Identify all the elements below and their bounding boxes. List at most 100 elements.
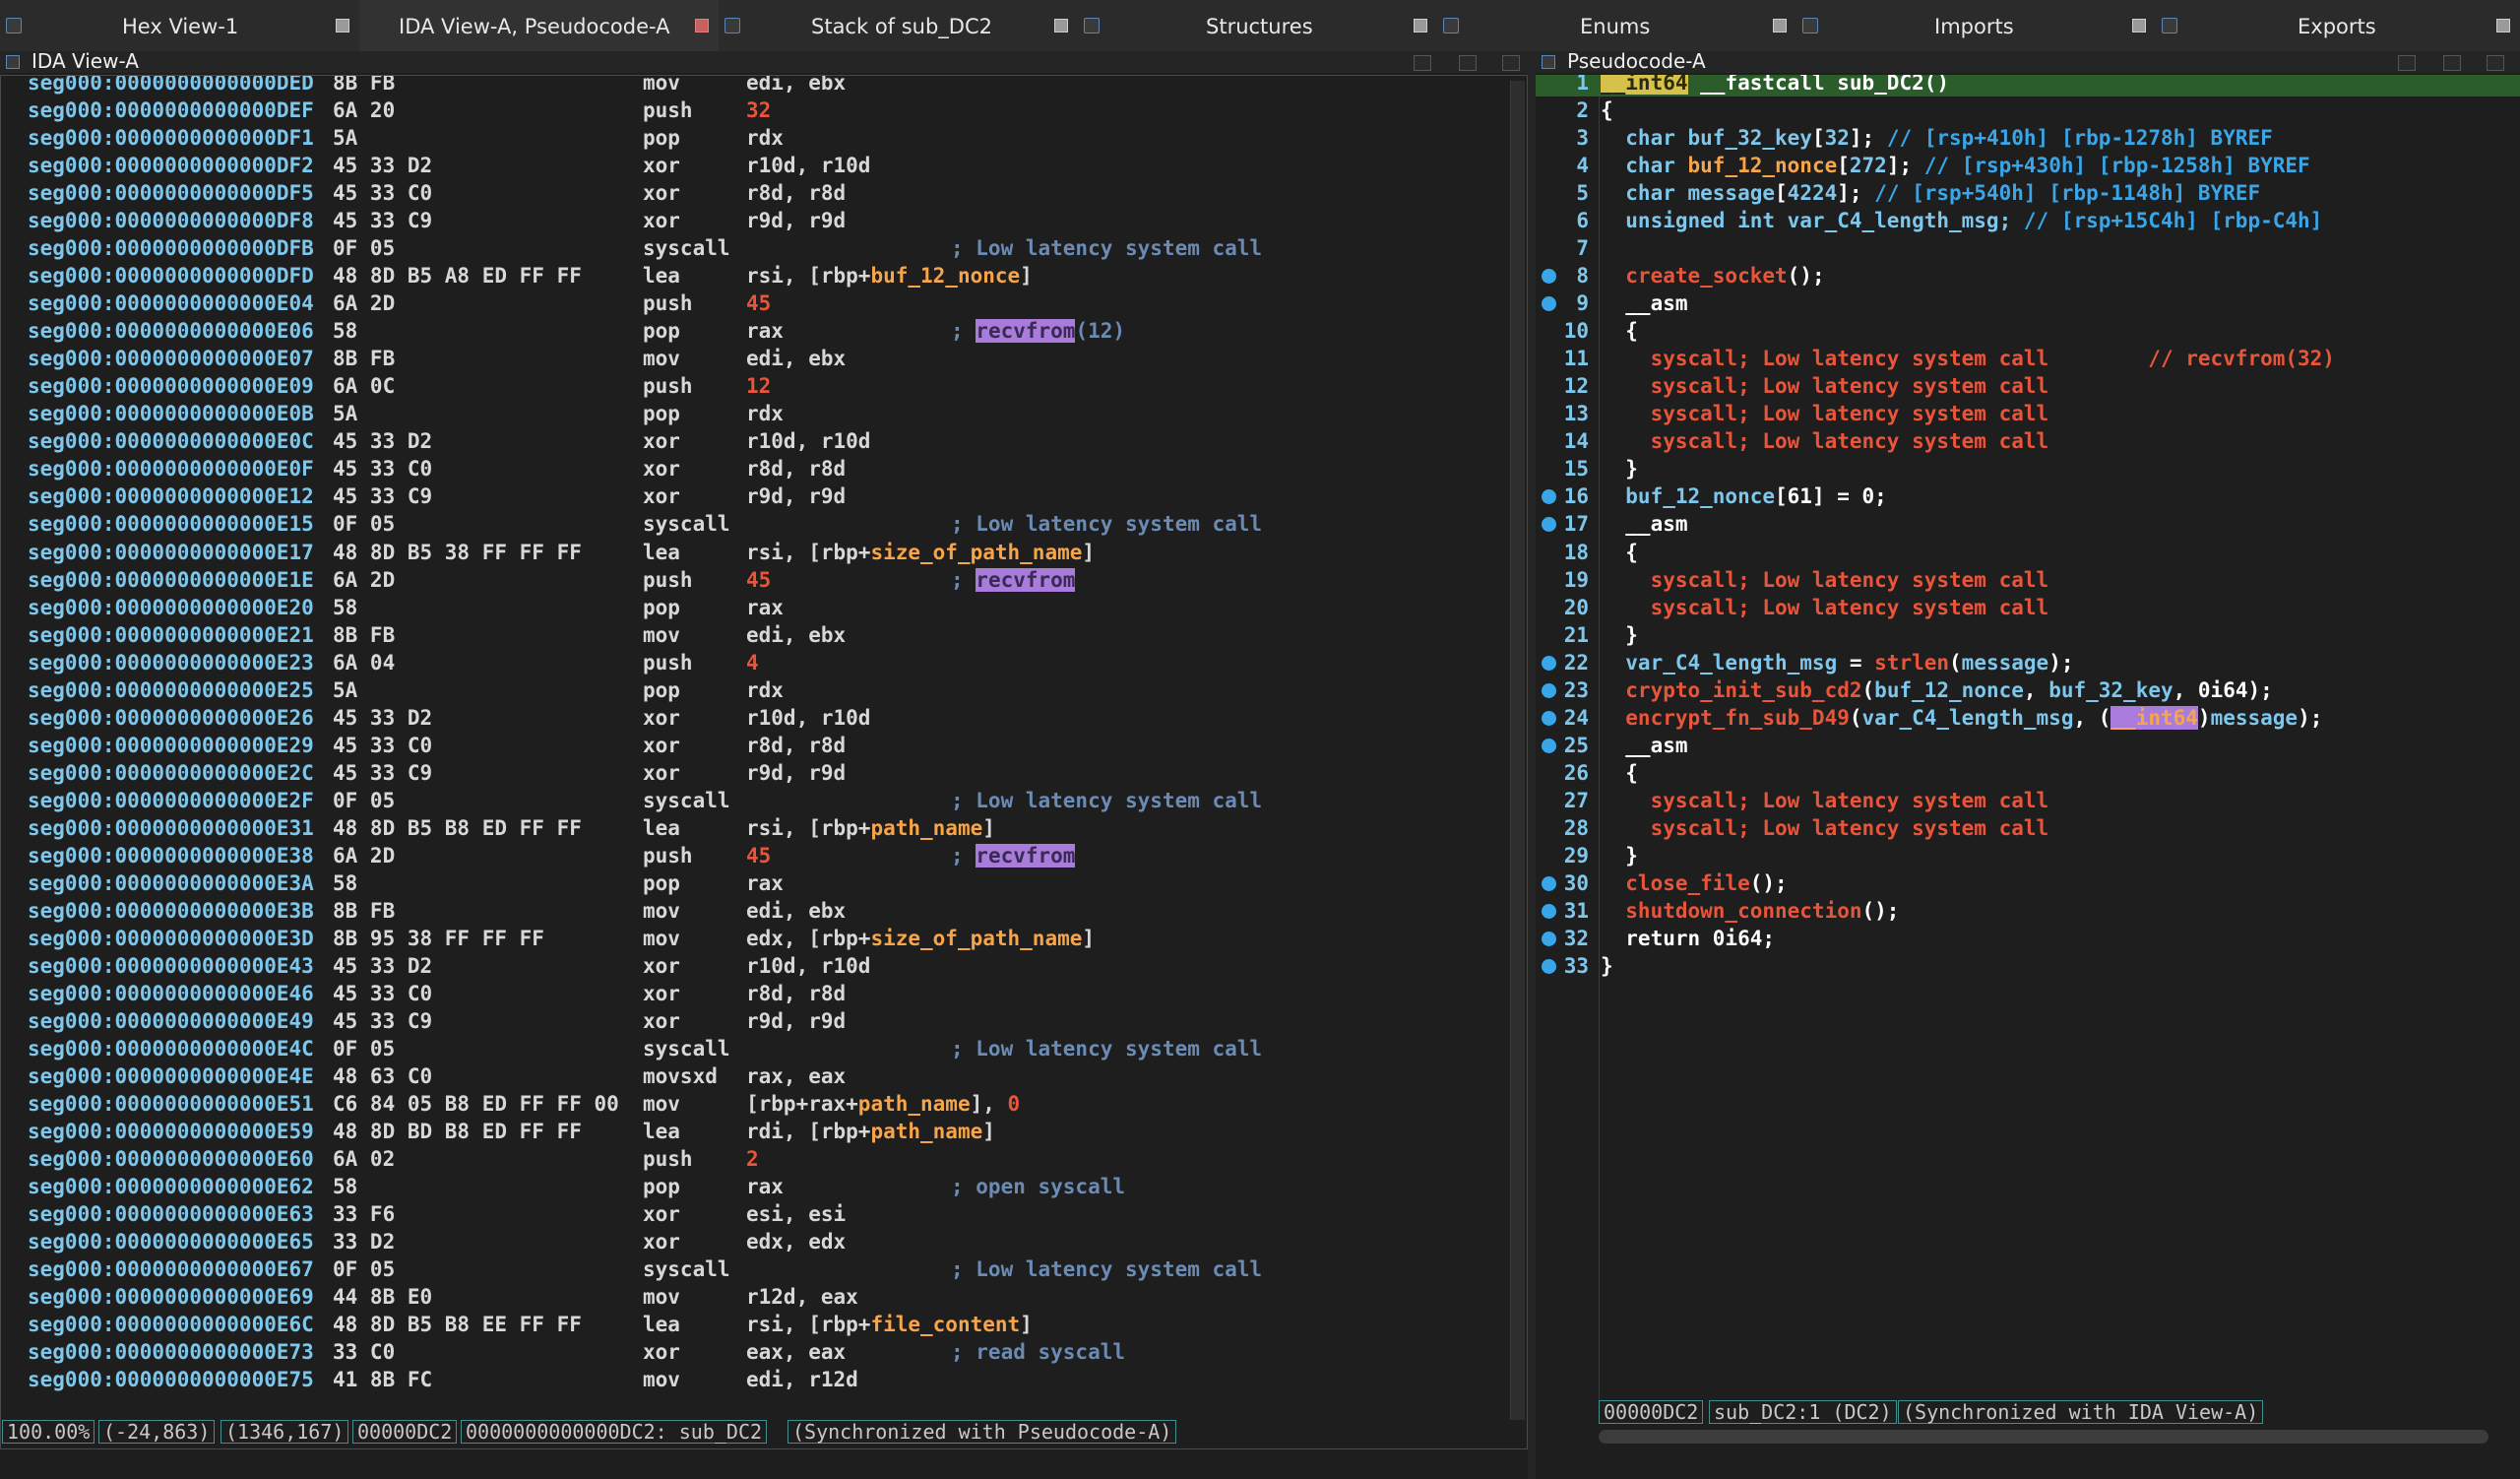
disasm-line[interactable]: seg000:0000000000000E25 5A pop rdx <box>28 676 1504 704</box>
symbol-name[interactable]: path_name <box>858 1092 971 1116</box>
pseudocode-line[interactable]: 16 buf_12_nonce[61] = 0; <box>1536 482 2520 510</box>
disasm-line[interactable]: seg000:0000000000000E59 48 8D BD B8 ED FF… <box>28 1118 1504 1145</box>
tab-structures[interactable]: Structures <box>1078 0 1437 51</box>
breakpoint-dot-icon[interactable] <box>1542 875 1556 891</box>
pseudocode-line[interactable]: 24 encrypt_fn_sub_D49(var_C4_length_msg,… <box>1536 704 2520 732</box>
disasm-line[interactable]: seg000:0000000000000E60 6A 02 push 2 <box>28 1145 1504 1173</box>
disasm-line[interactable]: seg000:0000000000000E4E 48 63 C0 movsxd rax… <box>28 1062 1504 1090</box>
pseudocode-line[interactable]: 17 __asm <box>1536 510 2520 538</box>
disasm-line[interactable]: seg000:0000000000000E21 8B FB mov edi, ebx <box>28 621 1504 649</box>
pseudocode-line[interactable]: 23 crypto_init_sub_cd2(buf_12_nonce, buf… <box>1536 676 2520 704</box>
disasm-line[interactable]: seg000:0000000000000E0C 45 33 D2 xor r10d, … <box>28 427 1504 455</box>
disasm-line[interactable]: seg000:0000000000000E17 48 8D B5 38 FF FF… <box>28 539 1504 566</box>
pane-splitter[interactable] <box>1528 51 1536 1479</box>
horizontal-scrollbar[interactable] <box>1599 1430 2488 1444</box>
disasm-line[interactable]: seg000:0000000000000DF8 45 33 C9 xor r9d, r… <box>28 207 1504 234</box>
disasm-line[interactable]: seg000:0000000000000E29 45 33 C0 xor r8d, r… <box>28 732 1504 759</box>
restore-icon[interactable] <box>1459 55 1477 71</box>
disasm-line[interactable]: seg000:0000000000000E46 45 33 C0 xor r8d, r… <box>28 980 1504 1007</box>
disasm-line[interactable]: seg000:0000000000000E38 6A 2D push 45; recv… <box>28 842 1504 869</box>
breakpoint-dot-icon[interactable] <box>1542 710 1556 726</box>
pseudocode-line[interactable]: 12 syscall; Low latency system call <box>1536 372 2520 400</box>
disasm-line[interactable]: seg000:0000000000000E09 6A 0C push 12 <box>28 372 1504 400</box>
breakpoint-dot-icon[interactable] <box>1542 738 1556 753</box>
close-icon[interactable] <box>1054 19 1068 32</box>
pseudocode-line[interactable]: 11 syscall; Low latency system call // r… <box>1536 345 2520 372</box>
pseudocode-line[interactable]: 21 } <box>1536 621 2520 649</box>
restore-icon[interactable] <box>2443 55 2461 71</box>
minimize-icon[interactable] <box>2398 55 2416 71</box>
tab-ida-view-pseudocode[interactable]: IDA View-A, Pseudocode-A <box>359 0 719 51</box>
pseudocode-line[interactable]: 30 close_file(); <box>1536 869 2520 897</box>
pseudocode-line[interactable]: 7 <box>1536 234 2520 262</box>
disasm-line[interactable]: seg000:0000000000000E07 8B FB mov edi, ebx <box>28 345 1504 372</box>
pseudocode-line[interactable]: 9 __asm <box>1536 289 2520 317</box>
disasm-line[interactable]: seg000:0000000000000E0B 5A pop rdx <box>28 400 1504 427</box>
disasm-line[interactable]: seg000:0000000000000E65 33 D2 xor edx, edx <box>28 1228 1504 1255</box>
tab-hex-view[interactable]: Hex View-1 <box>0 0 359 51</box>
disasm-line[interactable]: seg000:0000000000000E3A 58 pop rax <box>28 869 1504 897</box>
disasm-line[interactable]: seg000:0000000000000E12 45 33 C9 xor r9d, r… <box>28 482 1504 510</box>
disasm-line[interactable]: seg000:0000000000000DED 8B FB mov edi, ebx <box>28 75 1504 96</box>
disasm-line[interactable]: seg000:0000000000000E4C 0F 05 syscall ; Low… <box>28 1035 1504 1062</box>
disasm-line[interactable]: seg000:0000000000000DFB 0F 05 syscall ; Low… <box>28 234 1504 262</box>
symbol-name[interactable]: size_of_path_name <box>870 927 1082 950</box>
disasm-line[interactable]: seg000:0000000000000E6C 48 8D B5 B8 EE FF… <box>28 1311 1504 1338</box>
close-icon[interactable] <box>2496 19 2510 32</box>
pseudocode-line[interactable]: 33} <box>1536 952 2520 980</box>
close-icon[interactable] <box>2132 19 2146 32</box>
close-icon[interactable] <box>336 19 349 32</box>
pseudocode-line[interactable]: 14 syscall; Low latency system call <box>1536 427 2520 455</box>
pseudocode-line[interactable]: 25 __asm <box>1536 732 2520 759</box>
disasm-line[interactable]: seg000:0000000000000E15 0F 05 syscall ; Low… <box>28 510 1504 538</box>
tab-imports[interactable]: Imports <box>1796 0 2156 51</box>
pseudocode-view[interactable]: 1 __int64 __fastcall sub_DC2() 2{3 char bu… <box>1536 75 2520 1404</box>
disasm-line[interactable]: seg000:0000000000000E3D 8B 95 38 FF FF FF… <box>28 925 1504 952</box>
pseudocode-line[interactable]: 19 syscall; Low latency system call <box>1536 566 2520 594</box>
disasm-line[interactable]: seg000:0000000000000E23 6A 04 push 4 <box>28 649 1504 676</box>
pseudocode-line[interactable]: 27 syscall; Low latency system call <box>1536 787 2520 814</box>
close-icon[interactable] <box>1414 19 1427 32</box>
disasm-line[interactable]: seg000:0000000000000E06 58 pop rax; recvfro… <box>28 317 1504 345</box>
symbol-name[interactable]: path_name <box>870 1120 982 1143</box>
minimize-icon[interactable] <box>1414 55 1431 71</box>
disasm-line[interactable]: seg000:0000000000000E75 41 8B FC mov edi, r… <box>28 1366 1504 1393</box>
disasm-line[interactable]: seg000:0000000000000E3B 8B FB mov edi, ebx <box>28 897 1504 925</box>
disasm-line[interactable]: seg000:0000000000000E1E 6A 2D push 45; recv… <box>28 566 1504 594</box>
pseudocode-line[interactable]: 18 { <box>1536 539 2520 566</box>
tab-exports[interactable]: Exports <box>2156 0 2520 51</box>
disasm-line[interactable]: seg000:0000000000000E51 C6 84 05 B8 ED FF… <box>28 1090 1504 1118</box>
disasm-line[interactable]: seg000:0000000000000E69 44 8B E0 mov r12d, … <box>28 1283 1504 1311</box>
breakpoint-dot-icon[interactable] <box>1542 931 1556 946</box>
pseudocode-line[interactable]: 2{ <box>1536 96 2520 124</box>
pseudocode-line[interactable]: 31 shutdown_connection(); <box>1536 897 2520 925</box>
symbol-name[interactable]: path_name <box>870 816 982 840</box>
close-icon[interactable] <box>2487 55 2504 71</box>
tab-stack-of-sub[interactable]: Stack of sub_DC2 <box>719 0 1078 51</box>
disasm-line[interactable]: seg000:0000000000000E73 33 C0 xor eax, eax;… <box>28 1338 1504 1366</box>
breakpoint-dot-icon[interactable] <box>1542 903 1556 919</box>
close-icon[interactable] <box>695 19 709 32</box>
close-icon[interactable] <box>1502 55 1520 71</box>
breakpoint-dot-icon[interactable] <box>1542 682 1556 698</box>
disasm-line[interactable]: seg000:0000000000000E43 45 33 D2 xor r10d, … <box>28 952 1504 980</box>
disassembly-listing[interactable]: seg000:0000000000000DED 8B FB mov edi, ebx s… <box>0 75 1524 1420</box>
pseudocode-line[interactable]: 6 unsigned int var_C4_length_msg; // [rs… <box>1536 207 2520 234</box>
close-icon[interactable] <box>1773 19 1787 32</box>
breakpoint-dot-icon[interactable] <box>1542 655 1556 671</box>
disasm-line[interactable]: seg000:0000000000000DF5 45 33 C0 xor r8d, r… <box>28 179 1504 207</box>
disasm-line[interactable]: seg000:0000000000000E31 48 8D B5 B8 ED FF… <box>28 814 1504 842</box>
symbol-name[interactable]: file_content <box>870 1313 1020 1336</box>
disasm-line[interactable]: seg000:0000000000000DF1 5A pop rdx <box>28 124 1504 152</box>
pseudocode-line[interactable]: 1 __int64 __fastcall sub_DC2() <box>1536 75 2520 96</box>
symbol-name[interactable]: buf_12_nonce <box>870 264 1020 288</box>
disasm-line[interactable]: seg000:0000000000000E49 45 33 C9 xor r9d, r… <box>28 1007 1504 1035</box>
disasm-line[interactable]: seg000:0000000000000E62 58 pop rax ; open sy… <box>28 1173 1504 1200</box>
vertical-scrollbar[interactable] <box>1510 81 1525 1420</box>
breakpoint-dot-icon[interactable] <box>1542 958 1556 974</box>
disasm-line[interactable]: seg000:0000000000000E2C 45 33 C9 xor r9d, r… <box>28 759 1504 787</box>
pseudocode-line[interactable]: 5 char message[4224]; // [rsp+540h] [rbp… <box>1536 179 2520 207</box>
pseudocode-line[interactable]: 13 syscall; Low latency system call <box>1536 400 2520 427</box>
pseudocode-line[interactable]: 10 { <box>1536 317 2520 345</box>
pseudocode-line[interactable]: 20 syscall; Low latency system call <box>1536 594 2520 621</box>
